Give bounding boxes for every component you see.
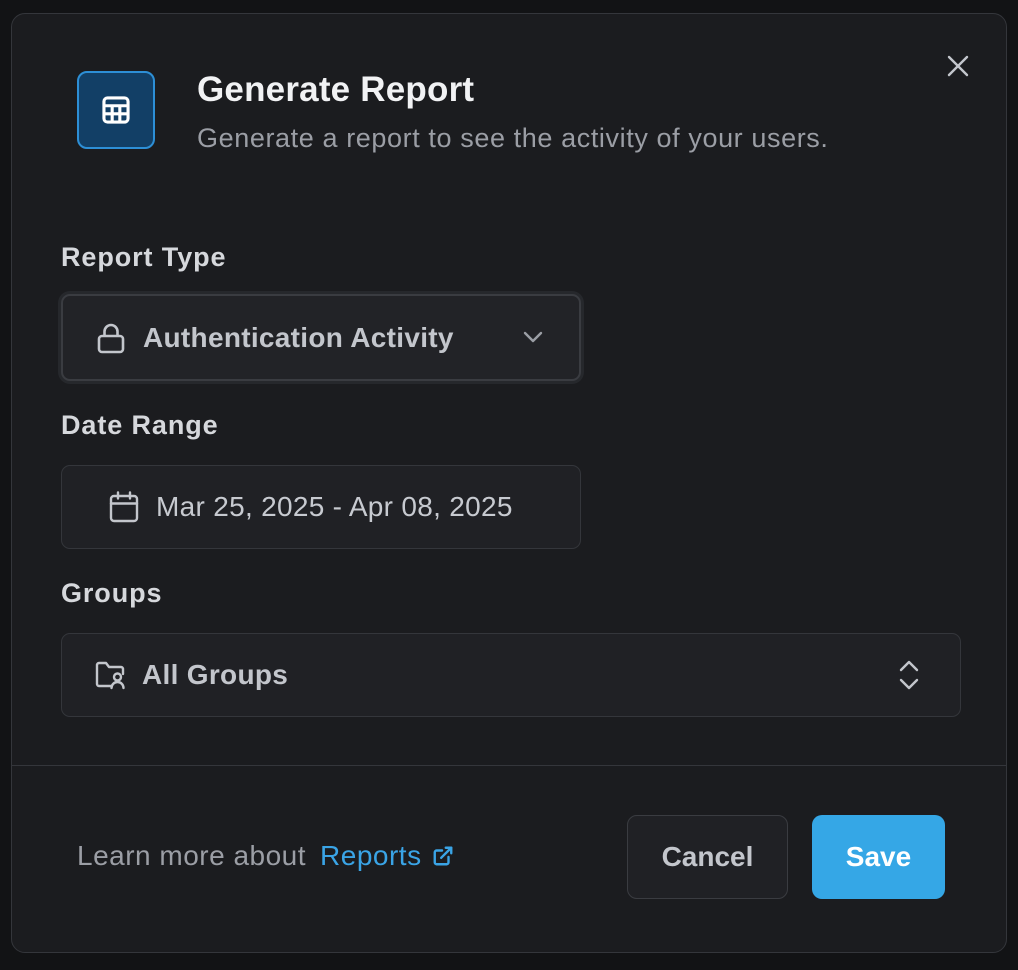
- close-button[interactable]: [942, 50, 974, 82]
- cancel-button[interactable]: Cancel: [627, 815, 788, 899]
- date-range-picker[interactable]: Mar 25, 2025 - Apr 08, 2025: [61, 465, 581, 549]
- report-type-select[interactable]: Authentication Activity: [61, 294, 581, 381]
- chevron-up-down-icon: [899, 660, 919, 690]
- footer-divider: [12, 765, 1006, 766]
- reports-link-label: Reports: [320, 840, 422, 871]
- groups-label: Groups: [61, 578, 163, 608]
- reports-link[interactable]: Reports: [320, 840, 454, 872]
- folder-user-icon: [95, 661, 125, 690]
- chevron-down-icon: [523, 331, 543, 343]
- close-icon: [947, 55, 969, 77]
- save-button[interactable]: Save: [812, 815, 945, 899]
- date-range-value: Mar 25, 2025 - Apr 08, 2025: [156, 491, 513, 522]
- report-type-value: Authentication Activity: [143, 321, 454, 353]
- groups-value: All Groups: [142, 659, 289, 690]
- learn-more: Learn more about Reports: [77, 840, 454, 872]
- calendar-icon: [109, 491, 139, 523]
- date-range-label: Date Range: [61, 410, 219, 440]
- dialog-title: Generate Report: [197, 70, 475, 109]
- learn-more-text: Learn more about: [77, 840, 307, 871]
- groups-select[interactable]: All Groups: [61, 633, 961, 717]
- dialog-subtitle: Generate a report to see the activity of…: [197, 123, 829, 153]
- external-link-icon: [433, 846, 453, 866]
- lock-icon: [97, 323, 125, 353]
- generate-report-dialog: Generate Report Generate a report to see…: [11, 13, 1007, 953]
- table-icon: [77, 71, 155, 149]
- report-type-label: Report Type: [61, 242, 227, 272]
